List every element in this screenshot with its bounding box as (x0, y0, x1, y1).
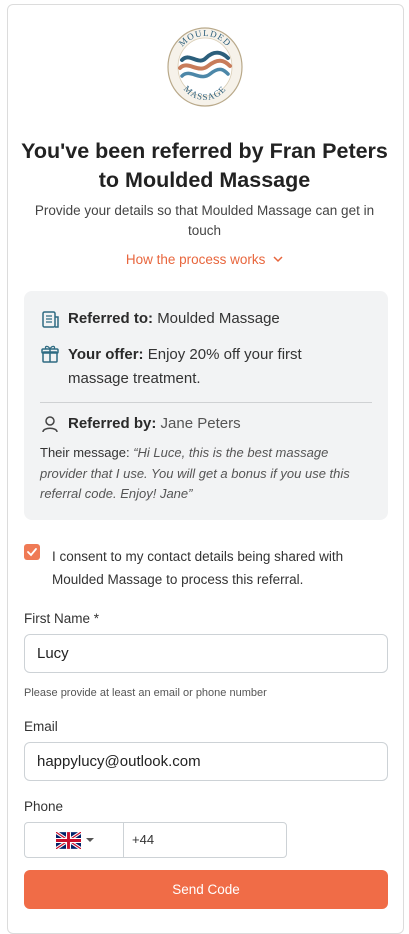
moulded-massage-logo: MOULDED MASSAGE (167, 27, 243, 107)
email-label: Email (24, 719, 58, 734)
building-icon (42, 311, 59, 328)
checkmark-icon (27, 548, 37, 557)
consent-checkbox[interactable] (24, 544, 40, 560)
consent-label: I consent to my contact details being sh… (52, 549, 344, 587)
gift-icon (41, 345, 59, 363)
phone-input-group: +44 (24, 822, 287, 858)
country-code-select[interactable] (25, 823, 124, 857)
first-name-field[interactable]: Lucy (24, 634, 388, 673)
offer-label: Your offer: (68, 346, 144, 363)
how-process-works-link[interactable]: How the process works (0, 252, 409, 267)
message-label: Their message: (40, 445, 130, 460)
first-name-label: First Name * (24, 611, 100, 626)
referred-to-label: Referred to: (68, 310, 154, 327)
chevron-down-icon (273, 256, 283, 263)
referral-message: Their message: “Hi Luce, this is the bes… (40, 443, 372, 505)
offer-row: Your offer: Enjoy 20% off your first (68, 343, 368, 367)
referral-details-panel: Referred to: Moulded Massage Your offer:… (24, 291, 388, 520)
offer-row-line2: massage treatment. (68, 370, 201, 387)
caret-down-icon (86, 838, 94, 842)
panel-divider (40, 402, 372, 403)
referred-to-value: Moulded Massage (157, 310, 280, 327)
page-title-line2: to Moulded Massage (98, 168, 311, 192)
uk-flag-icon (56, 832, 81, 849)
contact-help-text: Please provide at least an email or phon… (24, 687, 267, 699)
user-icon (42, 416, 58, 433)
phone-number-field[interactable]: +44 (125, 823, 286, 857)
referred-to-row: Referred to: Moulded Massage (68, 307, 280, 331)
referred-by-value: Jane Peters (160, 415, 241, 432)
referred-by-label: Referred by: (68, 415, 157, 432)
how-process-works-label: How the process works (125, 252, 266, 267)
offer-value: Enjoy 20% off your first (147, 346, 302, 363)
page-title-line1: You've been referred by Fran Peters (21, 139, 388, 163)
email-field[interactable]: happylucy@outlook.com (24, 742, 388, 781)
send-code-button[interactable]: Send Code (24, 870, 388, 909)
phone-label: Phone (24, 799, 64, 814)
referred-by-row: Referred by: Jane Peters (68, 412, 241, 436)
page-subtitle: Provide your details so that Moulded Mas… (34, 203, 375, 238)
